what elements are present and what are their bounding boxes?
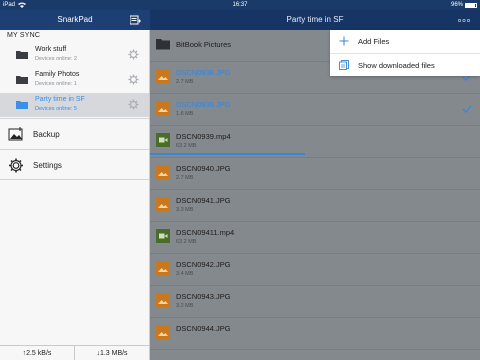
battery-icon: [465, 2, 477, 8]
file-name: DSCN0939.JPG: [176, 100, 231, 109]
file-size: 2.7 MB: [176, 175, 194, 181]
options-dropdown-menu: Add Files Show downloaded files: [330, 30, 480, 76]
status-right: 96%: [451, 0, 477, 10]
file-size: 3.2 MB: [176, 303, 194, 309]
battery-percent: 96%: [450, 2, 463, 8]
status-time: 16:37: [232, 2, 248, 8]
app-title: SnarkPad: [57, 15, 93, 24]
menu-item-label: Show downloaded files: [358, 61, 435, 70]
folder-name: Party time in SF: [35, 96, 85, 103]
folder-icon: [16, 51, 28, 59]
sidebar-folder-family-photos[interactable]: Family Photos Devices online: 1: [0, 68, 149, 92]
file-row[interactable]: DSCN0940.JPG 2.7 MB: [150, 158, 480, 190]
video-file-icon: [156, 133, 170, 147]
add-folder-icon[interactable]: [130, 15, 141, 25]
folder-devices-online: Devices online: 5: [35, 106, 77, 112]
upload-speed: ↑2.5 kB/s: [0, 346, 75, 360]
sidebar-item-settings[interactable]: Settings: [0, 149, 149, 180]
checkmark-icon: [462, 105, 472, 113]
image-file-icon: [156, 165, 170, 179]
file-size: 1.6 MB: [176, 111, 194, 117]
folder-icon: [156, 39, 170, 50]
menu-item-label: Add Files: [358, 37, 390, 46]
sidebar-header: SnarkPad: [0, 10, 150, 30]
file-row[interactable]: DSCN0942.JPG 3.4 MB: [150, 254, 480, 286]
folder-icon: [16, 76, 28, 84]
image-file-icon: [156, 293, 170, 307]
image-file-icon: [156, 69, 170, 83]
more-options-icon[interactable]: [458, 19, 470, 22]
file-size: 63.2 MB: [176, 143, 197, 149]
file-size: 2.7 MB: [176, 79, 194, 85]
transfer-speed-bar: ↑2.5 kB/s ↓1.3 MB/s: [0, 345, 149, 360]
file-name: DSCN0940.JPG: [176, 164, 231, 173]
file-list: BitBook Pictures DSCN0938.JPG 2.7 MB DSC…: [150, 30, 480, 360]
folder-name: Work stuff: [35, 46, 67, 53]
folder-icon: [16, 101, 28, 109]
image-file-icon: [156, 261, 170, 275]
file-row[interactable]: DSCN0939.JPG 1.6 MB: [150, 94, 480, 126]
folder-name: Family Photos: [35, 71, 80, 78]
file-name: DSCN0939.mp4: [176, 132, 231, 141]
sidebar: SnarkPad MY SYNC Work stuff Devices onli…: [0, 0, 150, 360]
folder-title: Party time in SF: [286, 15, 344, 24]
menu-item-show-downloaded-files[interactable]: Show downloaded files: [330, 53, 480, 76]
folder-devices-online: Devices online: 1: [35, 81, 77, 87]
video-file-icon: [156, 229, 170, 243]
folder-devices-online: Devices online: 2: [35, 56, 77, 62]
gear-icon[interactable]: [128, 99, 139, 110]
image-file-icon: [156, 197, 170, 211]
file-name: DSCN0941.JPG: [176, 196, 231, 205]
settings-label: Settings: [33, 161, 62, 170]
downloaded-files-icon: [339, 60, 349, 70]
image-file-icon: [156, 325, 170, 339]
backup-label: Backup: [33, 130, 60, 139]
download-speed: ↓1.3 MB/s: [96, 350, 128, 357]
gear-icon[interactable]: [128, 49, 139, 60]
plus-icon: [339, 36, 349, 46]
file-size: 3.4 MB: [176, 271, 194, 277]
image-file-icon: [156, 101, 170, 115]
file-size: 3.3 MB: [176, 207, 194, 213]
file-name: DSCN0943.JPG: [176, 292, 231, 301]
file-name: DSCN0944.JPG: [176, 324, 231, 333]
file-row[interactable]: DSCN0941.JPG 3.3 MB: [150, 190, 480, 222]
sidebar-item-backup[interactable]: Backup: [0, 118, 149, 149]
status-bar: iPad 16:37 96%: [0, 0, 480, 10]
file-name: DSCN0938.JPG: [176, 68, 231, 77]
file-row[interactable]: DSCN0943.JPG 3.2 MB: [150, 286, 480, 318]
file-name: DSCN0942.JPG: [176, 260, 231, 269]
backup-photo-icon: [8, 127, 23, 141]
file-name: BitBook Pictures: [176, 40, 232, 49]
sidebar-folder-work-stuff[interactable]: Work stuff Devices online: 2: [0, 43, 149, 67]
gear-icon: [8, 158, 24, 173]
file-row[interactable]: DSCN09411.mp4 63.2 MB: [150, 222, 480, 254]
file-name: DSCN09411.mp4: [176, 228, 235, 237]
section-label-my-sync: MY SYNC: [7, 32, 41, 39]
file-row[interactable]: DSCN0944.JPG: [150, 318, 480, 350]
download-progress-bar: [150, 153, 305, 155]
file-size: 63.2 MB: [176, 239, 197, 245]
gear-icon[interactable]: [128, 74, 139, 85]
menu-item-add-files[interactable]: Add Files: [330, 30, 480, 53]
main-header: Party time in SF: [150, 10, 480, 30]
file-row[interactable]: DSCN0939.mp4 63.2 MB: [150, 126, 480, 158]
sidebar-folder-party-time-in-sf[interactable]: Party time in SF Devices online: 5: [0, 93, 149, 117]
